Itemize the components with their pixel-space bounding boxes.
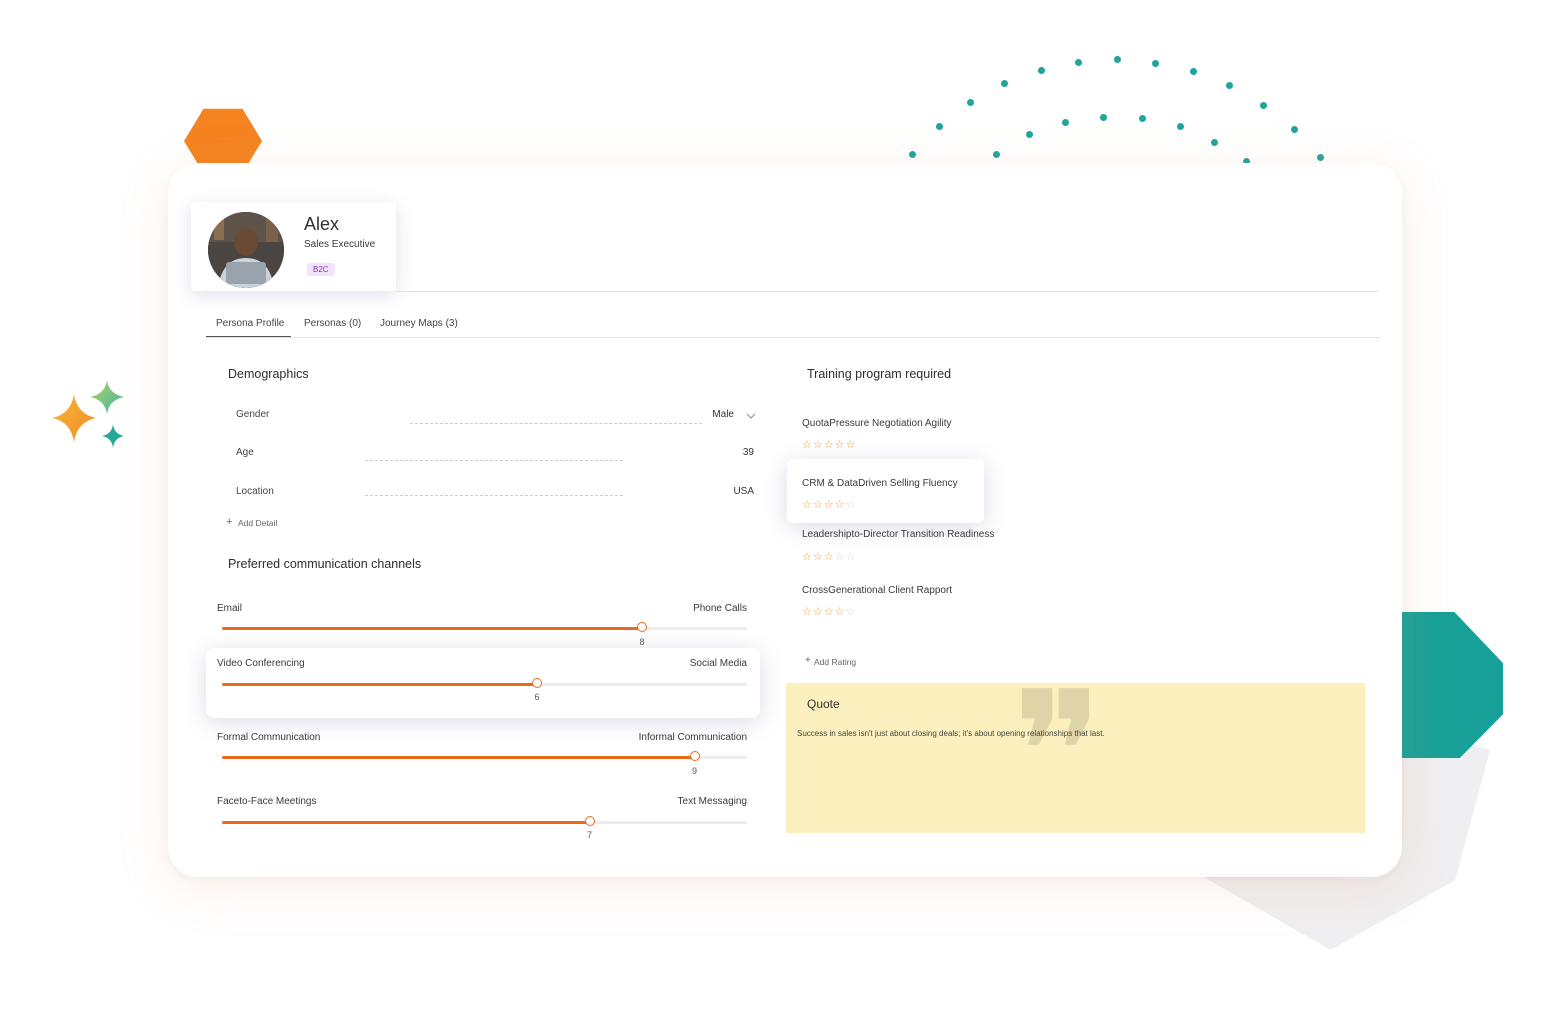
star-icon[interactable]: ☆ <box>846 439 857 451</box>
slider-thumb[interactable] <box>637 622 647 632</box>
demographic-label-gender: Gender <box>236 409 270 420</box>
add-rating-label: Add Rating <box>814 657 857 667</box>
star-rating[interactable]: ☆☆☆☆☆ <box>802 550 856 563</box>
star-icon[interactable]: ☆ <box>824 551 835 563</box>
slider-left-label: Formal Communication <box>217 732 321 743</box>
profile-role: Sales Executive <box>304 239 376 250</box>
slider-left-label: Video Conferencing <box>217 658 305 669</box>
star-icon[interactable]: ☆ <box>802 606 813 618</box>
quote-text: Success in sales isn't just about closin… <box>797 729 1105 738</box>
star-icon[interactable]: ☆ <box>824 499 835 511</box>
slider-track[interactable] <box>222 678 747 688</box>
star-icon[interactable]: ☆ <box>813 499 824 511</box>
slider-left-label: Faceto-Face Meetings <box>217 796 317 807</box>
slider-value: 7 <box>586 830 592 840</box>
segment-badge: B2C <box>307 263 335 276</box>
slider-right-label: Informal Communication <box>638 732 747 743</box>
header-divider <box>396 291 1379 292</box>
tab-journey-maps[interactable]: Journey Maps (3) <box>380 318 458 329</box>
slider-thumb[interactable] <box>584 816 595 826</box>
star-icon[interactable]: ☆ <box>824 606 835 618</box>
star-rating[interactable]: ☆☆☆☆☆ <box>802 438 856 451</box>
training-item-name: QuotaPressure Negotiation Agility <box>802 418 952 429</box>
slider-right-label: Text Messaging <box>677 796 747 807</box>
age-value[interactable]: 39 <box>714 447 754 458</box>
training-item-name: Leadershipto-Director Transition Readine… <box>802 529 995 540</box>
plus-icon: + <box>805 655 811 666</box>
star-icon[interactable]: ☆ <box>813 439 824 451</box>
training-item-name: CrossGenerational Client Rapport <box>802 585 953 596</box>
gender-select[interactable]: Male <box>690 409 734 420</box>
plus-icon: + <box>226 516 233 528</box>
tab-personas[interactable]: Personas (0) <box>304 318 361 329</box>
sparkle-icon <box>52 380 124 448</box>
star-icon[interactable]: ☆ <box>802 499 813 511</box>
highlighted-training-card <box>787 459 984 523</box>
star-icon[interactable]: ☆ <box>835 439 846 451</box>
add-detail-label: Add Detail <box>238 518 278 528</box>
star-icon[interactable]: ☆ <box>813 606 824 618</box>
quote-title: Quote <box>807 697 840 711</box>
quote-box: ❞ Quote Success in sales isn't just abou… <box>786 669 1365 839</box>
demographic-label-location: Location <box>236 486 274 497</box>
slider-track[interactable] <box>222 816 747 826</box>
slider-fill <box>222 627 642 630</box>
slider-right-label: Phone Calls <box>693 603 747 614</box>
training-item-name: CRM & DataDriven Selling Fluency <box>802 478 958 489</box>
quote-mark-icon: ❞ <box>1012 655 1104 853</box>
star-icon[interactable]: ☆ <box>846 551 857 563</box>
star-icon[interactable]: ☆ <box>835 551 846 563</box>
profile-name: Alex <box>304 214 340 234</box>
channels-title: Preferred communication channels <box>228 557 422 571</box>
dotted-leader <box>410 423 702 424</box>
dotted-leader <box>365 495 623 496</box>
star-rating[interactable]: ☆☆☆☆☆ <box>802 605 856 618</box>
slider-left-label: Email <box>217 603 243 614</box>
star-icon[interactable]: ☆ <box>813 551 824 563</box>
star-icon[interactable]: ☆ <box>802 439 813 451</box>
slider-value: 8 <box>639 637 645 647</box>
star-icon[interactable]: ☆ <box>835 499 846 511</box>
slider-track[interactable] <box>222 751 747 761</box>
slider-value: 9 <box>691 766 697 776</box>
slider-track[interactable] <box>222 622 747 632</box>
slider-thumb[interactable] <box>689 751 700 761</box>
slider-fill <box>222 683 537 686</box>
star-icon[interactable]: ☆ <box>835 606 846 618</box>
teal-hexagon-decoration <box>1395 612 1503 758</box>
slider-right-label: Social Media <box>689 658 747 669</box>
slider-thumb[interactable] <box>532 678 542 688</box>
tab-persona-profile[interactable]: Persona Profile <box>216 318 284 329</box>
slider-value: 6 <box>534 692 540 702</box>
person-photo-icon <box>208 212 284 288</box>
star-rating[interactable]: ☆☆☆☆☆ <box>802 498 856 511</box>
star-icon[interactable]: ☆ <box>846 499 857 511</box>
avatar[interactable] <box>208 212 284 288</box>
tabs-divider <box>206 337 1380 338</box>
star-icon[interactable]: ☆ <box>824 439 835 451</box>
slider-fill <box>222 821 590 824</box>
chevron-down-icon[interactable] <box>746 412 756 420</box>
demographic-label-age: Age <box>236 447 254 458</box>
profile-header-card: Alex Sales Executive B2C <box>191 202 396 291</box>
star-icon[interactable]: ☆ <box>802 551 813 563</box>
dotted-leader <box>365 460 623 461</box>
training-title: Training program required <box>807 367 952 381</box>
demographics-title: Demographics <box>228 367 309 381</box>
star-icon[interactable]: ☆ <box>846 606 857 618</box>
slider-fill <box>222 756 695 759</box>
location-value[interactable]: USA <box>714 486 754 497</box>
